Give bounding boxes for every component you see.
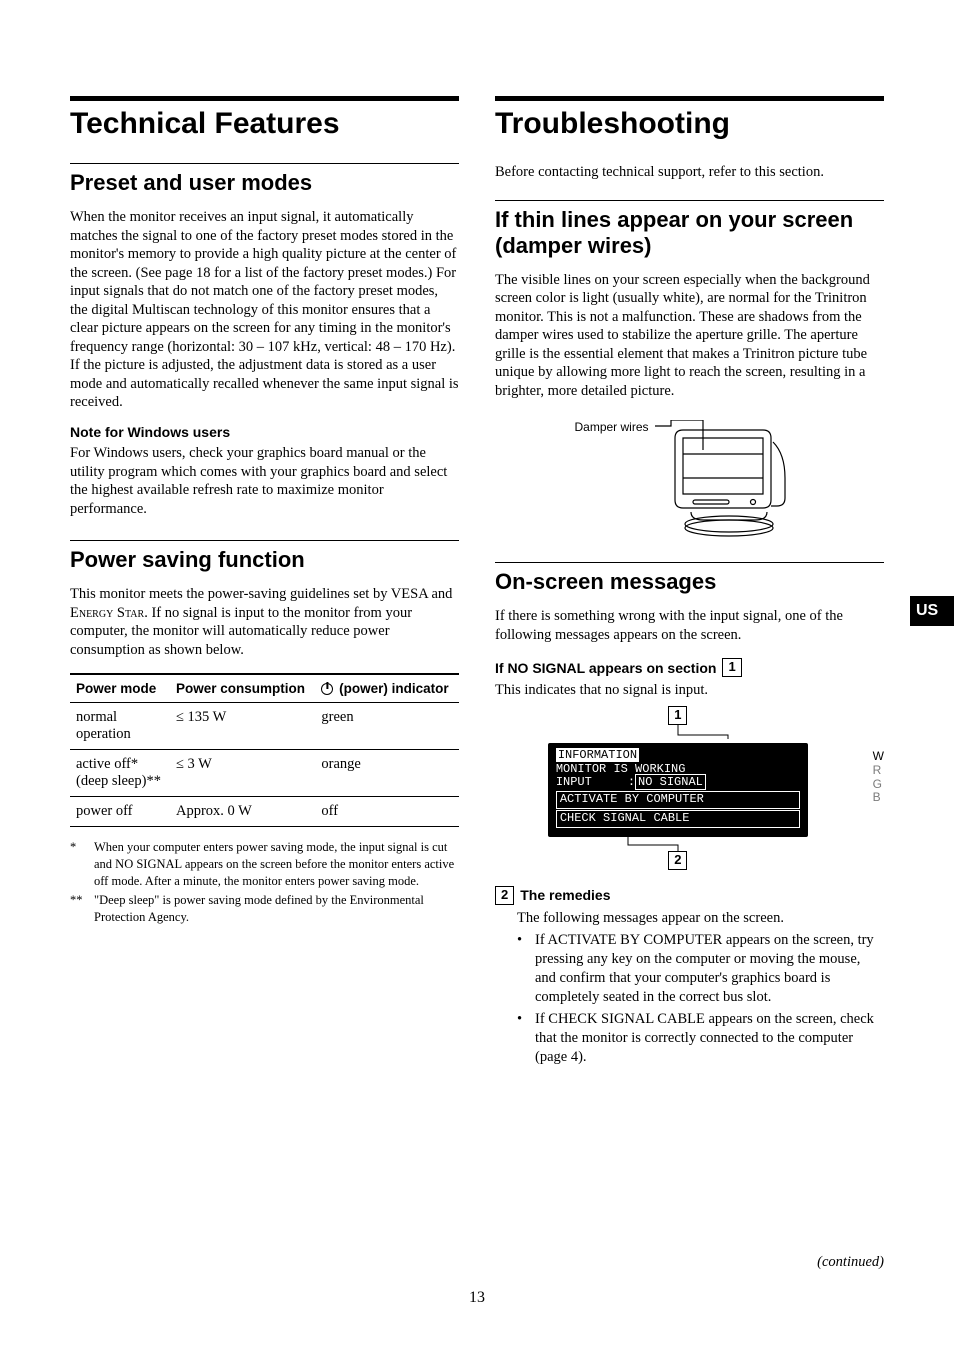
- callout-number: 2: [668, 851, 687, 870]
- footnote-text: "Deep sleep" is power saving mode define…: [94, 892, 459, 926]
- figure-label: Damper wires: [574, 420, 648, 434]
- rule: [70, 163, 459, 164]
- connector-line-icon: [548, 725, 808, 739]
- osd-side-letters: W R G B: [873, 750, 884, 805]
- osd-boxed-line: CHECK SIGNAL CABLE: [556, 810, 800, 828]
- side-letter: G: [873, 778, 884, 792]
- osd-intro-para: If there is something wrong with the inp…: [495, 607, 884, 644]
- cell-mode: operation: [76, 726, 131, 742]
- col-header-consumption: Power consumption: [170, 674, 315, 703]
- remedies-section: 2 The remedies The following messages ap…: [495, 886, 884, 1067]
- cell-mode: power off: [76, 803, 133, 819]
- osd-diagram: 1 INFORMATION MONITOR IS WORKING INPUT :…: [495, 706, 884, 870]
- osd-boxed-value: NO SIGNAL: [635, 774, 706, 790]
- col-header-mode: Power mode: [70, 674, 170, 703]
- side-letter: W: [873, 750, 884, 764]
- table-row: normaloperation ≤ 135 W green: [70, 703, 459, 750]
- footnotes: *When your computer enters power saving …: [70, 839, 459, 925]
- damper-wire-figure: Damper wires: [495, 420, 884, 538]
- remedies-intro: The following messages appear on the scr…: [517, 909, 884, 928]
- language-tab: US: [910, 596, 954, 626]
- power-icon: [321, 683, 333, 695]
- cell-indicator: off: [315, 797, 459, 827]
- bullet-icon: •: [517, 1010, 527, 1067]
- crt-monitor-icon: [655, 420, 805, 538]
- col-header-indicator-text: (power) indicator: [335, 681, 448, 696]
- rule: [495, 200, 884, 201]
- power-paragraph-pre: This monitor meets the power-saving guid…: [70, 586, 452, 602]
- col-header-indicator: (power) indicator: [315, 674, 459, 703]
- rule: [495, 96, 884, 101]
- side-letter: R: [873, 764, 884, 778]
- heading-no-signal: If NO SIGNAL appears on section 1: [495, 658, 884, 677]
- power-paragraph: This monitor meets the power-saving guid…: [70, 585, 459, 659]
- preset-paragraph: When the monitor receives an input signa…: [70, 208, 459, 412]
- remedies-heading: The remedies: [520, 886, 610, 904]
- no-signal-para: This indicates that no signal is input.: [495, 681, 884, 700]
- cell-mode: (deep sleep)**: [76, 773, 161, 789]
- list-item: •If CHECK SIGNAL CABLE appears on the sc…: [517, 1010, 884, 1067]
- heading-no-signal-text: If NO SIGNAL appears on section: [495, 660, 716, 676]
- heading-damper-wires: If thin lines appear on your screen (dam…: [495, 207, 884, 259]
- page-number: 13: [0, 1289, 954, 1307]
- damper-para: The visible lines on your screen especia…: [495, 271, 884, 401]
- continued-marker: (continued): [817, 1254, 884, 1271]
- heading-osd-messages: On-screen messages: [495, 569, 884, 595]
- footnote-mark: *: [70, 839, 90, 890]
- rule: [495, 562, 884, 563]
- callout-number: 2: [495, 886, 514, 905]
- left-column: Technical Features Preset and user modes…: [70, 96, 459, 1067]
- footnote-text: When your computer enters power saving m…: [94, 839, 459, 890]
- bullet-text: If ACTIVATE BY COMPUTER appears on the s…: [535, 931, 884, 1008]
- cell-indicator: green: [315, 703, 459, 750]
- bullet-icon: •: [517, 931, 527, 1008]
- cell-mode: active off*: [76, 756, 138, 772]
- power-modes-table: Power mode Power consumption (power) ind…: [70, 673, 459, 827]
- osd-title: INFORMATION: [556, 749, 800, 763]
- footnote-mark: **: [70, 892, 90, 926]
- section-title-technical: Technical Features: [70, 107, 459, 141]
- table-row: active off*(deep sleep)** ≤ 3 W orange: [70, 750, 459, 797]
- cell-consumption: ≤ 135 W: [170, 703, 315, 750]
- callout-number: 1: [722, 658, 741, 677]
- cell-consumption: Approx. 0 W: [170, 797, 315, 827]
- heading-preset-modes: Preset and user modes: [70, 170, 459, 196]
- osd-line: INPUT :NO SIGNAL: [556, 776, 800, 790]
- heading-power-saving: Power saving function: [70, 547, 459, 573]
- heading-windows-note: Note for Windows users: [70, 424, 459, 440]
- side-letter: B: [873, 791, 884, 805]
- osd-boxed-line: ACTIVATE BY COMPUTER: [556, 791, 800, 809]
- rule: [70, 96, 459, 101]
- troubleshooting-intro: Before contacting technical support, ref…: [495, 163, 884, 182]
- osd-screen: INFORMATION MONITOR IS WORKING INPUT :NO…: [548, 743, 808, 837]
- rule: [70, 540, 459, 541]
- bullet-text: If CHECK SIGNAL CABLE appears on the scr…: [535, 1010, 884, 1067]
- windows-note-paragraph: For Windows users, check your graphics b…: [70, 444, 459, 518]
- cell-indicator: orange: [315, 750, 459, 797]
- right-column: Troubleshooting Before contacting techni…: [495, 96, 884, 1067]
- callout-number: 1: [668, 706, 687, 725]
- connector-line-icon: [548, 837, 808, 851]
- list-item: •If ACTIVATE BY COMPUTER appears on the …: [517, 931, 884, 1008]
- power-paragraph-energystar: Energy Star: [70, 605, 144, 621]
- cell-mode: normal: [76, 709, 117, 725]
- section-title-troubleshooting: Troubleshooting: [495, 107, 884, 141]
- cell-consumption: ≤ 3 W: [170, 750, 315, 797]
- table-row: power off Approx. 0 W off: [70, 797, 459, 827]
